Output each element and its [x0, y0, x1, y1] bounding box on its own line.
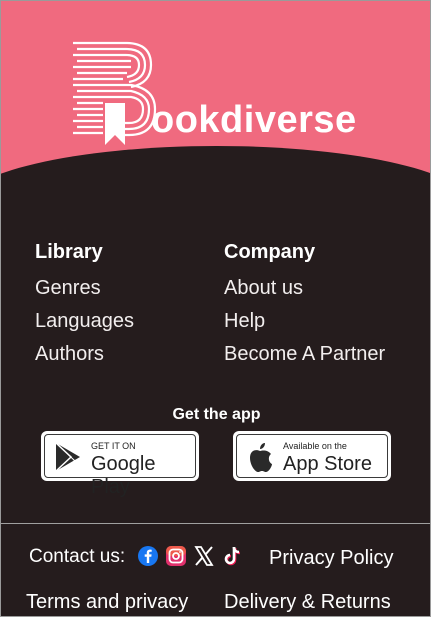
- get-app-label: Get the app: [172, 406, 261, 423]
- company-link-about[interactable]: About us: [224, 275, 385, 308]
- brand-name: ookdiverse: [151, 99, 357, 141]
- instagram-icon[interactable]: [165, 545, 187, 567]
- app-store-badge[interactable]: Available on the App Store: [233, 431, 391, 481]
- facebook-icon[interactable]: [137, 545, 159, 567]
- tiktok-icon[interactable]: [221, 545, 243, 567]
- social-links: [137, 545, 247, 569]
- privacy-policy-link[interactable]: Privacy Policy: [269, 547, 393, 570]
- company-column: Company About us Help Become A Partner: [224, 241, 385, 374]
- apple-icon: [250, 443, 272, 472]
- google-play-small: GET IT ON: [91, 441, 136, 451]
- company-link-partner[interactable]: Become A Partner: [224, 341, 385, 374]
- google-play-badge[interactable]: GET IT ON Google Play: [41, 431, 199, 498]
- footer-divider: [1, 523, 430, 524]
- library-link-languages[interactable]: Languages: [35, 308, 134, 341]
- app-store-big: App Store: [283, 453, 372, 475]
- google-play-icon: [55, 442, 80, 472]
- brand-logo[interactable]: ookdiverse: [71, 39, 371, 149]
- company-link-help[interactable]: Help: [224, 308, 385, 341]
- delivery-returns-link[interactable]: Delivery & Returns: [224, 591, 391, 614]
- company-heading: Company: [224, 241, 316, 263]
- terms-link[interactable]: Terms and privacy: [26, 591, 188, 614]
- contact-label: Contact us:: [29, 546, 126, 567]
- google-play-big: Google Play: [91, 453, 156, 498]
- app-store-small: Available on the: [283, 441, 347, 451]
- library-link-authors[interactable]: Authors: [35, 341, 134, 374]
- footer-page: ookdiverse Library Genres Languages Auth…: [0, 0, 431, 617]
- x-icon[interactable]: [193, 545, 215, 567]
- library-heading: Library: [35, 241, 103, 263]
- library-link-genres[interactable]: Genres: [35, 275, 134, 308]
- book-bookmark-icon: [73, 41, 157, 145]
- library-column: Library Genres Languages Authors: [35, 241, 134, 374]
